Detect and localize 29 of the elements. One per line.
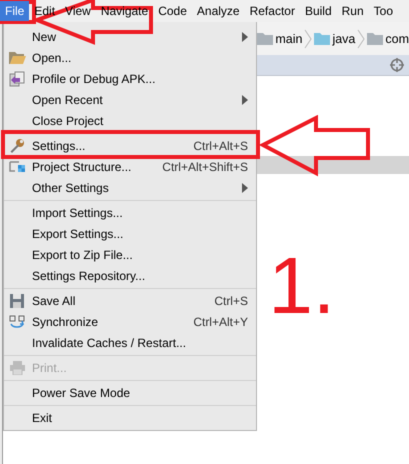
menu[interactable]: Build bbox=[300, 1, 337, 21]
menu-item[interactable]: Project Structure... Ctrl+Alt+Shift+S bbox=[4, 156, 256, 177]
menu-item[interactable]: Other Settings bbox=[4, 177, 256, 198]
menu-item[interactable]: Power Save Mode bbox=[4, 382, 256, 403]
step-number: 1. bbox=[268, 246, 336, 326]
breadcrumb-item[interactable]: com bbox=[385, 32, 409, 46]
breadcrumb-item[interactable]: java bbox=[332, 32, 356, 46]
menu[interactable]: File bbox=[0, 1, 30, 21]
menu-item[interactable]: Settings Repository... bbox=[4, 265, 256, 286]
menu-item[interactable]: Invalidate Caches / Restart... bbox=[4, 332, 256, 353]
menu[interactable]: Run bbox=[336, 1, 369, 21]
menu[interactable]: Code bbox=[153, 1, 192, 21]
menu-item[interactable]: Profile or Debug APK... bbox=[4, 68, 256, 89]
menu-item[interactable]: New bbox=[4, 26, 256, 47]
menu[interactable]: Too bbox=[368, 1, 398, 21]
menu-item[interactable]: Import Settings... bbox=[4, 202, 256, 223]
menu-item[interactable]: Open... bbox=[4, 47, 256, 68]
menu[interactable]: Refactor bbox=[244, 1, 300, 21]
menu-item[interactable]: Settings... Ctrl+Alt+S bbox=[4, 135, 256, 156]
menu-item[interactable]: Export to Zip File... bbox=[4, 244, 256, 265]
menu-item[interactable]: Save All Ctrl+S bbox=[4, 290, 256, 311]
menu-item[interactable]: Close Project bbox=[4, 110, 256, 131]
menu[interactable]: View bbox=[60, 1, 96, 21]
menu-item[interactable]: Export Settings... bbox=[4, 223, 256, 244]
menu-item[interactable]: Synchronize Ctrl+Alt+Y bbox=[4, 311, 256, 332]
menu[interactable]: Analyze bbox=[192, 1, 245, 21]
menu-item[interactable]: Exit bbox=[4, 407, 256, 428]
breadcrumb-item[interactable]: main bbox=[275, 32, 302, 46]
menu-item[interactable]: Open Recent bbox=[4, 89, 256, 110]
